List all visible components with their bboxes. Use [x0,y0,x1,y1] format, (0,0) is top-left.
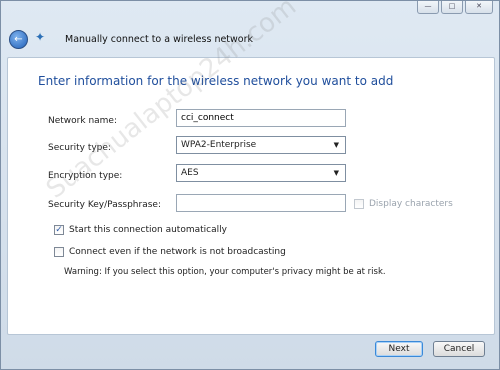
checkmark-icon: ✓ [54,225,64,235]
connect-not-broadcasting-label: Connect even if the network is not broad… [69,247,286,257]
network-name-label: Network name: [48,116,117,126]
security-key-input[interactable] [176,194,346,212]
connect-not-broadcasting-checkbox[interactable]: Connect even if the network is not broad… [54,247,286,257]
back-arrow-icon[interactable]: ← [9,30,28,49]
page-heading: Enter information for the wireless netwo… [38,74,394,88]
title-bar: — □ ✕ ← ✦ Manually connect to a wireless… [1,1,499,57]
display-characters-label: Display characters [369,199,453,209]
maximize-button[interactable]: □ [441,1,463,14]
encryption-type-value: AES [181,168,199,178]
minimize-button[interactable]: — [417,1,439,14]
start-automatically-label: Start this connection automatically [69,225,227,235]
checkbox-box [54,247,64,257]
next-button[interactable]: Next [375,341,423,357]
cancel-button[interactable]: Cancel [433,341,485,357]
dropdown-arrow-icon: ▼ [333,169,339,177]
dialog-window: — □ ✕ ← ✦ Manually connect to a wireless… [0,0,500,370]
dropdown-arrow-icon: ▼ [333,141,339,149]
checkbox-box [354,199,364,209]
close-button[interactable]: ✕ [465,1,493,14]
security-type-label: Security type: [48,143,111,153]
network-name-input[interactable] [176,109,346,127]
security-key-label: Security Key/Passphrase: [48,200,161,210]
window-title: Manually connect to a wireless network [65,34,254,45]
window-controls: — □ ✕ [417,1,493,14]
display-characters-checkbox[interactable]: Display characters [354,199,453,209]
wireless-network-icon: ✦ [35,30,46,44]
security-type-value: WPA2-Enterprise [181,140,257,150]
encryption-type-label: Encryption type: [48,171,123,181]
security-type-select[interactable]: WPA2-Enterprise ▼ [176,136,346,154]
start-automatically-checkbox[interactable]: ✓ Start this connection automatically [54,225,227,235]
privacy-warning: Warning: If you select this option, your… [64,267,386,277]
encryption-type-select[interactable]: AES ▼ [176,164,346,182]
content-panel: Enter information for the wireless netwo… [7,57,495,335]
